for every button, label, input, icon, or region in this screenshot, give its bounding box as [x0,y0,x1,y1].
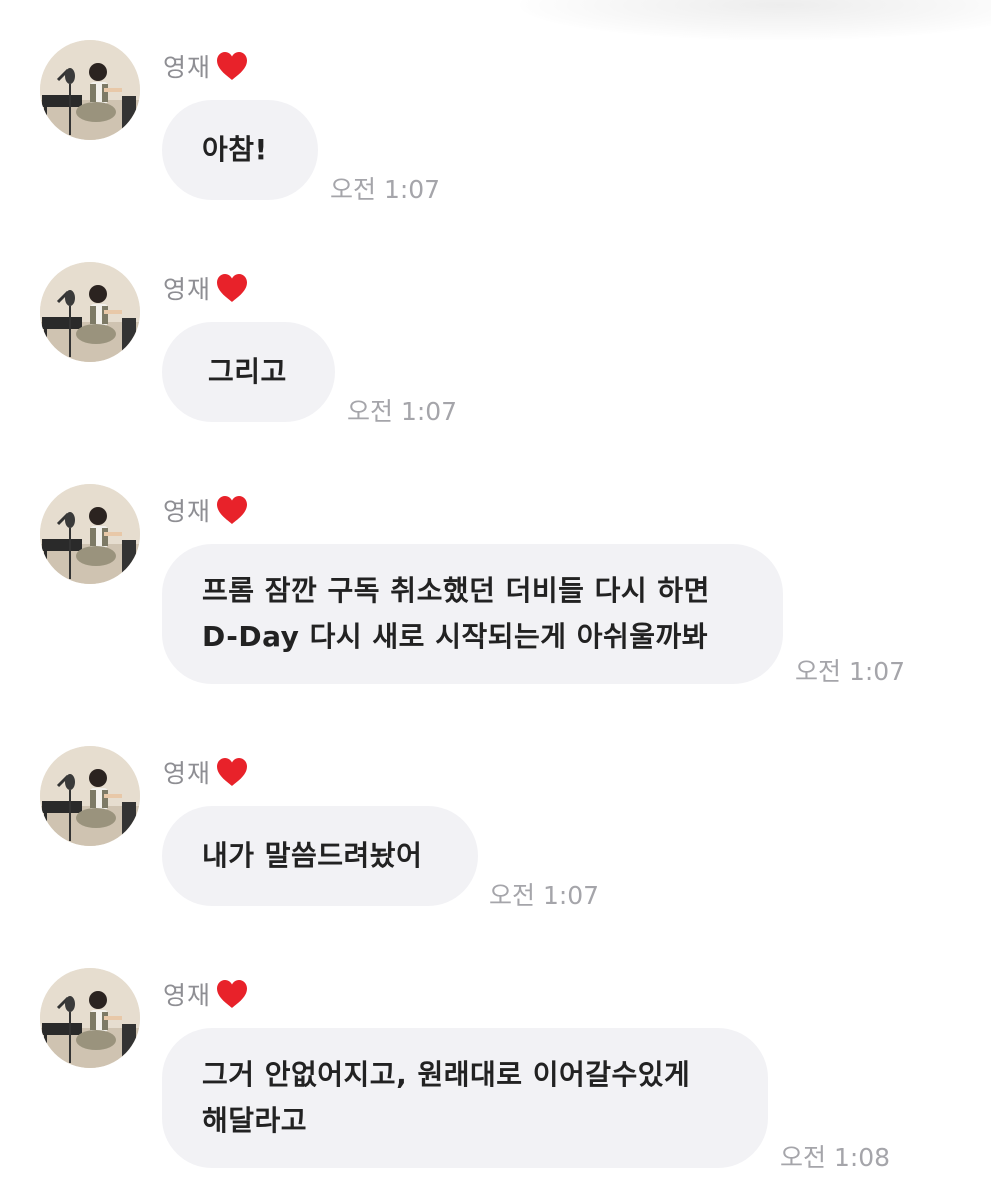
sender-name: 영재 [163,275,212,304]
heart-icon [217,274,248,302]
sender: 영재 [163,46,249,86]
heart-icon [217,758,248,786]
message-bubble[interactable]: 그리고 [162,322,335,422]
message-line: 프롬 잠깐 구독 취소했던 더비들 다시 하면 [202,574,710,607]
top-shadow [520,0,991,40]
sender-name: 영재 [163,53,212,82]
sender-name: 영재 [163,981,212,1010]
heart-icon [217,52,248,80]
avatar[interactable] [40,262,140,362]
sender-name: 영재 [163,497,212,526]
sender: 영재 [163,490,249,530]
avatar[interactable] [40,746,140,846]
avatar[interactable] [40,40,140,140]
message-line: 해달라고 [202,1104,308,1137]
timestamp: 오전 1:07 [330,175,441,204]
timestamp: 오전 1:08 [780,1143,891,1172]
message-text: 그리고 [208,355,287,388]
timestamp: 오전 1:07 [347,397,458,426]
message-bubble[interactable]: 내가 말씀드려놨어 [162,806,478,906]
message-text: 그거 안없어지고, 원래대로 이어갈수있게 해달라고 [202,1052,690,1144]
message-text: 아참! [202,133,268,166]
heart-icon [217,496,248,524]
heart-icon [217,980,248,1008]
message-text: 내가 말씀드려놨어 [202,839,423,872]
avatar[interactable] [40,484,140,584]
message-bubble[interactable]: 아참! [162,100,318,200]
timestamp: 오전 1:07 [795,657,906,686]
sender: 영재 [163,752,249,792]
message-text: 프롬 잠깐 구독 취소했던 더비들 다시 하면 D-Day 다시 새로 시작되는… [202,568,710,660]
sender: 영재 [163,974,249,1014]
message-line: D-Day 다시 새로 시작되는게 아쉬울까봐 [202,620,709,653]
avatar[interactable] [40,968,140,1068]
message-line: 그거 안없어지고, 원래대로 이어갈수있게 [202,1058,691,1091]
sender-name: 영재 [163,759,212,788]
message-bubble[interactable]: 프롬 잠깐 구독 취소했던 더비들 다시 하면 D-Day 다시 새로 시작되는… [162,544,783,684]
timestamp: 오전 1:07 [489,881,600,910]
sender: 영재 [163,268,249,308]
message-bubble[interactable]: 그거 안없어지고, 원래대로 이어갈수있게 해달라고 [162,1028,768,1168]
